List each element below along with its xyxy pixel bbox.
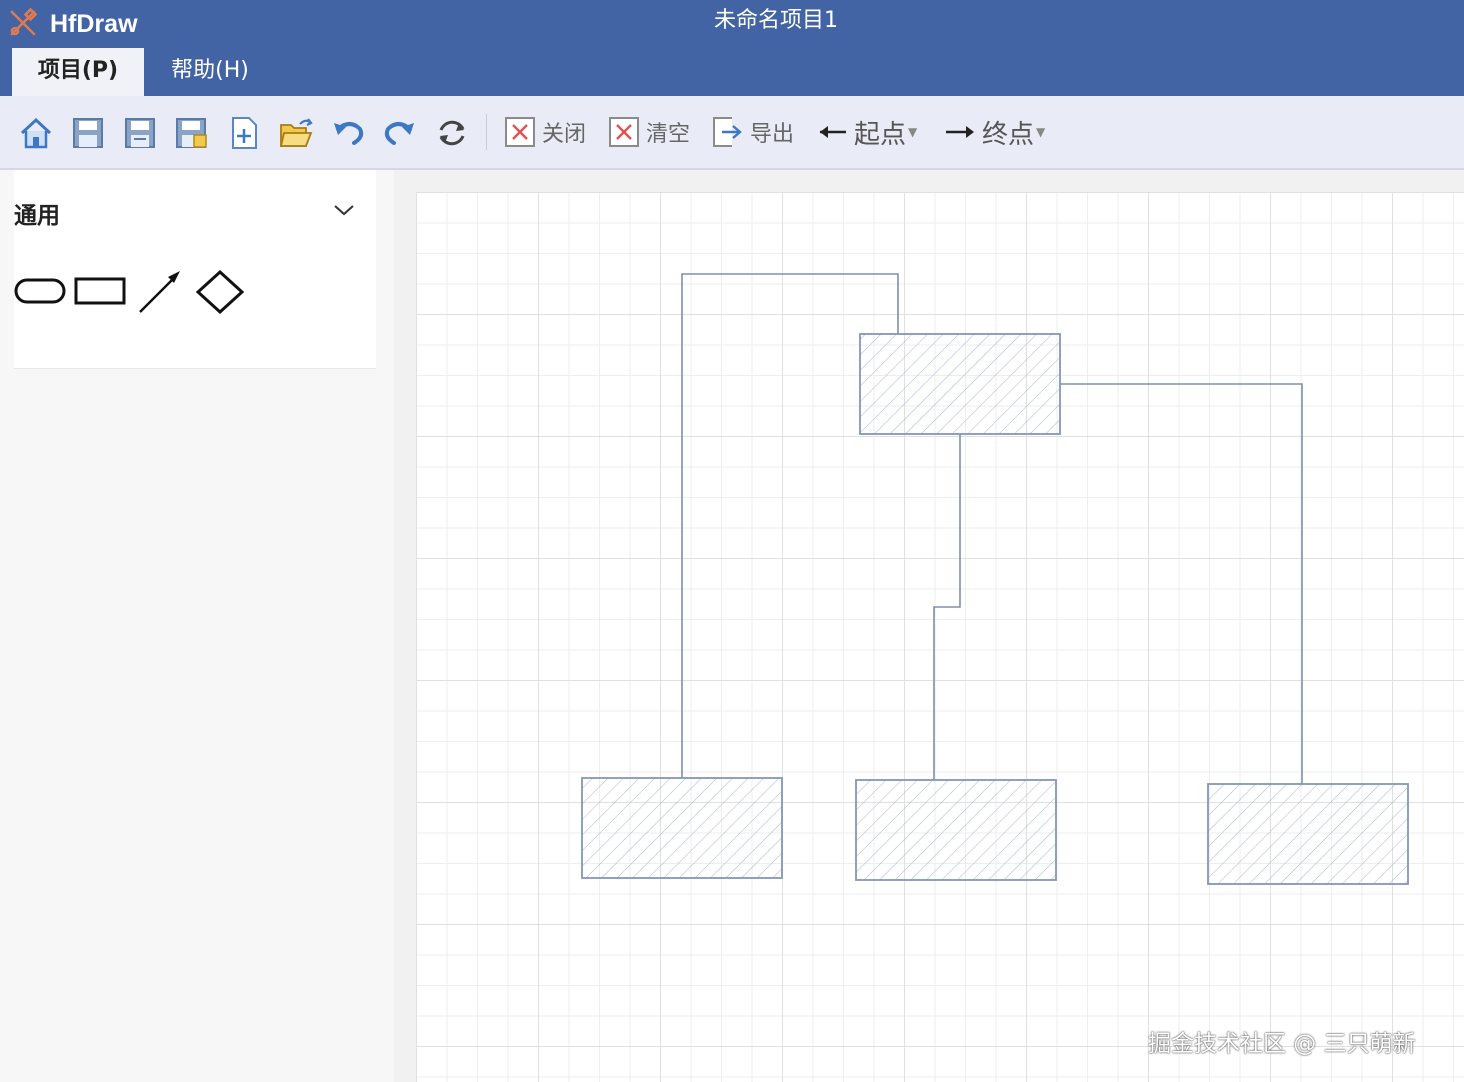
start-point-dropdown[interactable]: 起点 ▼ xyxy=(816,112,917,152)
rectangle-shape-icon[interactable] xyxy=(74,268,126,316)
close-label: 关闭 xyxy=(542,122,587,147)
new-file-icon[interactable] xyxy=(226,115,262,151)
redo-icon[interactable] xyxy=(382,115,418,151)
clear-label: 清空 xyxy=(646,122,691,147)
save-local-icon[interactable] xyxy=(174,115,210,151)
document-title: 未命名项目1 xyxy=(714,8,838,33)
diagram-node[interactable] xyxy=(581,777,783,879)
start-point-label: 起点 xyxy=(854,119,907,150)
close-icon xyxy=(505,117,535,147)
undo-icon[interactable] xyxy=(330,115,366,151)
diagram-node[interactable] xyxy=(855,779,1057,881)
tab-project[interactable]: 项目(P) xyxy=(12,48,144,96)
diagram xyxy=(581,273,1409,885)
drawing-canvas[interactable] xyxy=(416,192,1464,1082)
arrow-left-icon xyxy=(820,126,846,138)
arrow-right-icon xyxy=(946,126,974,138)
watermark: 掘金技术社区 @ 三只萌新 xyxy=(1148,1031,1416,1057)
diagram-node[interactable] xyxy=(859,333,1061,435)
save-as-icon[interactable] xyxy=(122,115,158,151)
open-folder-icon[interactable] xyxy=(278,115,314,151)
diagram-node[interactable] xyxy=(1207,783,1409,885)
chevron-down-icon: ▼ xyxy=(908,125,918,139)
save-icon[interactable] xyxy=(70,115,106,151)
connector-line[interactable] xyxy=(933,434,961,780)
home-icon[interactable] xyxy=(18,115,54,151)
export-label: 导出 xyxy=(750,122,795,147)
toolbar: 关闭 清空 导出 起点 ▼ 终点 ▼ xyxy=(0,96,1464,170)
arrow-shape-icon[interactable] xyxy=(136,268,184,316)
chevron-down-icon[interactable] xyxy=(332,202,356,218)
end-point-dropdown[interactable]: 终点 ▼ xyxy=(944,112,1045,152)
general-shapes-panel: 通用 xyxy=(14,170,376,369)
clear-icon xyxy=(609,117,639,147)
rounded-rectangle-shape-icon[interactable] xyxy=(14,268,66,316)
panel-title: 通用 xyxy=(14,203,60,229)
toolbar-separator xyxy=(486,114,487,150)
end-point-label: 终点 xyxy=(982,119,1035,150)
clear-button[interactable]: 清空 xyxy=(608,112,690,152)
tab-help[interactable]: 帮助(H) xyxy=(144,48,276,96)
export-icon xyxy=(713,117,742,147)
shape-sidebar: 通用 xyxy=(0,170,394,1082)
connector-line[interactable] xyxy=(1060,383,1303,784)
diamond-shape-icon[interactable] xyxy=(194,268,246,316)
refresh-icon[interactable] xyxy=(434,115,470,151)
close-button[interactable]: 关闭 xyxy=(504,112,586,152)
chevron-down-icon: ▼ xyxy=(1036,125,1046,139)
export-button[interactable]: 导出 xyxy=(712,112,794,152)
title-bar: HfDraw 未命名项目1 项目(P) 帮助(H) xyxy=(0,0,1464,96)
